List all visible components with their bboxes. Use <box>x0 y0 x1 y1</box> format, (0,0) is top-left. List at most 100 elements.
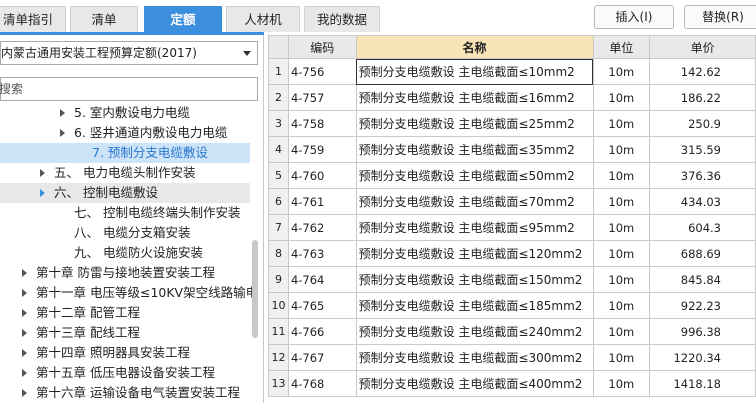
price-column-header[interactable]: 单价 <box>649 35 756 59</box>
search-box[interactable] <box>0 77 258 101</box>
price-cell: 922.23 <box>649 292 756 319</box>
price-cell: 1418.18 <box>649 370 756 397</box>
tree-item[interactable]: 第十章 防雷与接地装置安装工程 <box>0 263 250 283</box>
code-cell: 4-764 <box>287 266 357 293</box>
quota-library-select[interactable]: 内蒙古通用安装工程预算定额(2017) <box>0 41 258 65</box>
code-cell: 4-763 <box>287 240 357 267</box>
name-cell: 预制分支电缆敷设 主电缆截面≤10mm2 <box>355 58 594 85</box>
name-cell: 预制分支电缆敷设 主电缆截面≤120mm2 <box>355 240 594 267</box>
unit-cell: 10m <box>592 136 651 163</box>
code-cell: 4-759 <box>287 136 357 163</box>
table-row[interactable]: 11 4-766 预制分支电缆敷设 主电缆截面≤240mm2 10m 996.38 <box>268 318 756 345</box>
code-column-header[interactable]: 编码 <box>287 35 357 59</box>
row-number: 11 <box>268 318 289 345</box>
row-number: 6 <box>268 188 289 215</box>
row-number: 8 <box>268 240 289 267</box>
tree-item[interactable]: 第十四章 照明器具安装工程 <box>0 343 250 363</box>
code-cell: 4-766 <box>287 318 357 345</box>
table-row[interactable]: 10 4-765 预制分支电缆敷设 主电缆截面≤185mm2 10m 922.23 <box>268 292 756 319</box>
quota-library-value: 内蒙古通用安装工程预算定额(2017) <box>1 46 197 60</box>
unit-column-header[interactable]: 单位 <box>592 35 651 59</box>
name-column-header[interactable]: 名称 <box>355 35 594 59</box>
caret-right-icon[interactable] <box>22 269 27 277</box>
table-row[interactable]: 6 4-761 预制分支电缆敷设 主电缆截面≤70mm2 10m 434.03 <box>268 188 756 215</box>
code-cell: 4-757 <box>287 84 357 111</box>
row-number: 4 <box>268 136 289 163</box>
tree-item-label: 八、 电缆分支箱安装 <box>74 225 191 240</box>
code-cell: 4-765 <box>287 292 357 319</box>
row-number: 2 <box>268 84 289 111</box>
caret-right-icon[interactable] <box>40 189 45 197</box>
caret-right-icon[interactable] <box>22 289 27 297</box>
unit-cell: 10m <box>592 188 651 215</box>
price-cell: 142.62 <box>649 58 756 85</box>
code-cell: 4-760 <box>287 162 357 189</box>
tree-item[interactable]: 第十一章 电压等级≤10KV架空线路输电 <box>0 283 258 303</box>
name-cell: 预制分支电缆敷设 主电缆截面≤70mm2 <box>355 188 594 215</box>
tree-item-label: 第十一章 电压等级≤10KV架空线路输电 <box>36 285 259 300</box>
tree-item[interactable]: 6. 竖井通道内敷设电力电缆 <box>0 123 250 143</box>
row-number: 7 <box>268 214 289 241</box>
tree-item[interactable]: 八、 电缆分支箱安装 <box>0 223 250 243</box>
table-row[interactable]: 1 4-756 预制分支电缆敷设 主电缆截面≤10mm2 10m 142.62 <box>268 58 756 85</box>
code-cell: 4-761 <box>287 188 357 215</box>
price-cell: 1220.34 <box>649 344 756 371</box>
table-row[interactable]: 4 4-759 预制分支电缆敷设 主电缆截面≤35mm2 10m 315.59 <box>268 136 756 163</box>
tree-item-label: 第十章 防雷与接地装置安装工程 <box>36 265 215 280</box>
tree-item[interactable]: 5. 室内敷设电力电缆 <box>0 103 250 123</box>
table-row[interactable]: 5 4-760 预制分支电缆敷设 主电缆截面≤50mm2 10m 376.36 <box>268 162 756 189</box>
unit-cell: 10m <box>592 162 651 189</box>
tab-bill-guide[interactable]: 清单指引 <box>0 6 66 32</box>
name-cell: 预制分支电缆敷设 主电缆截面≤150mm2 <box>355 266 594 293</box>
tab-my-data[interactable]: 我的数据 <box>304 6 380 32</box>
replace-button[interactable]: 替换(R) <box>684 5 756 29</box>
table-row[interactable]: 7 4-762 预制分支电缆敷设 主电缆截面≤95mm2 10m 604.3 <box>268 214 756 241</box>
tab-bill[interactable]: 清单 <box>70 6 138 32</box>
price-cell: 315.59 <box>649 136 756 163</box>
row-number-header <box>268 35 289 59</box>
insert-button[interactable]: 插入(I) <box>594 5 674 29</box>
table-row[interactable]: 2 4-757 预制分支电缆敷设 主电缆截面≤16mm2 10m 186.22 <box>268 84 756 111</box>
tree-item[interactable]: 九、 电缆防火设施安装 <box>0 243 250 263</box>
tab-quota[interactable]: 定额 <box>144 6 222 32</box>
name-cell: 预制分支电缆敷设 主电缆截面≤400mm2 <box>355 370 594 397</box>
tree-item[interactable]: 第十二章 配管工程 <box>0 303 250 323</box>
unit-cell: 10m <box>592 214 651 241</box>
tree-item[interactable]: 六、 控制电缆敷设 <box>0 183 250 203</box>
caret-right-icon[interactable] <box>60 129 65 137</box>
table-row[interactable]: 3 4-758 预制分支电缆敷设 主电缆截面≤25mm2 10m 250.9 <box>268 110 756 137</box>
tab-labor-material[interactable]: 人材机 <box>226 6 300 32</box>
price-cell: 688.69 <box>649 240 756 267</box>
tree-item[interactable]: 第十六章 运输设备电气装置安装工程 <box>0 383 250 403</box>
name-cell: 预制分支电缆敷设 主电缆截面≤95mm2 <box>355 214 594 241</box>
tree-item[interactable]: 五、 电力电缆头制作安装 <box>0 163 250 183</box>
unit-cell: 10m <box>592 240 651 267</box>
table-row[interactable]: 12 4-767 预制分支电缆敷设 主电缆截面≤300mm2 10m 1220.34 <box>268 344 756 371</box>
name-cell: 预制分支电缆敷设 主电缆截面≤50mm2 <box>355 162 594 189</box>
tree-item[interactable]: 7. 预制分支电缆敷设 <box>0 143 250 163</box>
unit-cell: 10m <box>592 266 651 293</box>
unit-cell: 10m <box>592 84 651 111</box>
caret-right-icon[interactable] <box>60 109 65 117</box>
unit-cell: 10m <box>592 292 651 319</box>
quota-table-panel: 编码 名称 单位 单价 1 4-756 预制分支电缆敷设 主电缆截面≤10mm2 10… <box>268 35 756 403</box>
table-row[interactable]: 9 4-764 预制分支电缆敷设 主电缆截面≤150mm2 10m 845.84 <box>268 266 756 293</box>
caret-right-icon[interactable] <box>40 169 45 177</box>
price-cell: 250.9 <box>649 110 756 137</box>
name-cell: 预制分支电缆敷设 主电缆截面≤185mm2 <box>355 292 594 319</box>
tree-scrollbar[interactable] <box>252 240 258 338</box>
table-row[interactable]: 8 4-763 预制分支电缆敷设 主电缆截面≤120mm2 10m 688.69 <box>268 240 756 267</box>
tree-item[interactable]: 第十三章 配线工程 <box>0 323 250 343</box>
tree-item[interactable]: 第十五章 低压电器设备安装工程 <box>0 363 250 383</box>
caret-right-icon[interactable] <box>22 369 27 377</box>
search-input[interactable] <box>0 79 239 99</box>
table-row[interactable]: 13 4-768 预制分支电缆敷设 主电缆截面≤400mm2 10m 1418.18 <box>268 370 756 397</box>
caret-right-icon[interactable] <box>22 329 27 337</box>
quota-table: 编码 名称 单位 单价 1 4-756 预制分支电缆敷设 主电缆截面≤10mm2 10… <box>268 35 756 397</box>
price-cell: 186.22 <box>649 84 756 111</box>
tree-item[interactable]: 七、 控制电缆终端头制作安装 <box>0 203 250 223</box>
caret-right-icon[interactable] <box>22 349 27 357</box>
caret-right-icon[interactable] <box>22 389 27 397</box>
caret-right-icon[interactable] <box>22 309 27 317</box>
unit-cell: 10m <box>592 370 651 397</box>
